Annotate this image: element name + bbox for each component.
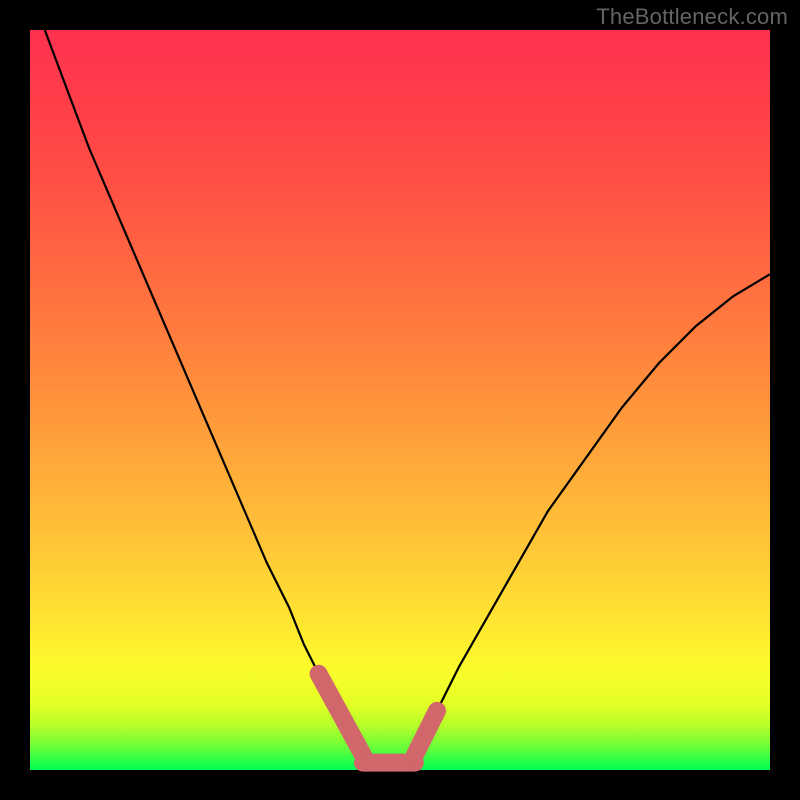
optimal-range-highlight: [319, 674, 437, 763]
bottleneck-curve: [45, 30, 770, 763]
chart-frame: TheBottleneck.com: [0, 0, 800, 800]
plot-area: [30, 30, 770, 770]
watermark-text: TheBottleneck.com: [596, 4, 788, 30]
curve-svg: [30, 30, 770, 770]
highlight-segment: [415, 711, 437, 755]
highlight-segment: [319, 674, 363, 755]
